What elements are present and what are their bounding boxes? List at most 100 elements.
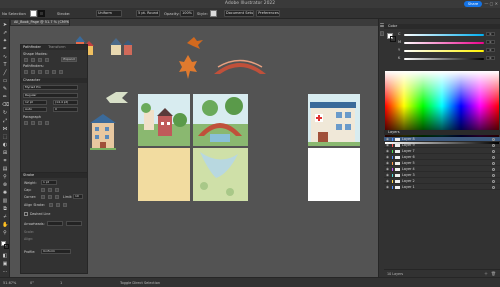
direct-selection-icon[interactable]: ⇗ [2, 30, 8, 36]
channel-value-1[interactable]: 0 [486, 40, 495, 44]
exclude-icon[interactable] [45, 58, 49, 62]
layer-name[interactable]: Layer 2 [402, 179, 415, 184]
channel-slider-1[interactable] [404, 42, 484, 44]
symbol-sprayer-icon[interactable]: ✺ [2, 190, 8, 196]
layer-row[interactable]: ◉ Layer 2 [384, 179, 500, 184]
mesh-tool-icon[interactable]: ⌗ [2, 158, 8, 164]
limit-input[interactable]: 10 [73, 194, 83, 199]
align-inside-stroke-icon[interactable] [56, 203, 60, 207]
gradient-tool-icon[interactable]: ▤ [2, 166, 8, 172]
justify-icon[interactable] [45, 121, 49, 125]
channel-value-3[interactable]: 0 [486, 56, 495, 60]
font-size-input[interactable]: 12 pt [23, 100, 47, 105]
font-family-select[interactable]: Myriad Pro [23, 85, 78, 90]
selection-tool-icon[interactable]: ➤ [2, 22, 8, 28]
leading-input[interactable]: (14.4 pt) [53, 100, 78, 105]
channel-slider-3[interactable] [404, 58, 484, 60]
building-asset-left[interactable] [90, 114, 116, 150]
shape-builder-icon[interactable]: ◐ [2, 142, 8, 148]
drawing-modes-icon[interactable]: ◧ [2, 253, 8, 259]
layer-row[interactable]: ◉ Layer 8 [384, 137, 500, 142]
dashed-checkbox[interactable] [24, 212, 28, 216]
layer-row[interactable]: ◉ Layer 6 [384, 155, 500, 160]
canvas[interactable]: Pathfinder Transform Shape Modes: Expand… [10, 26, 378, 274]
tracking-input[interactable]: 0 [53, 107, 78, 112]
intersect-icon[interactable] [38, 58, 42, 62]
free-transform-icon[interactable]: ⬚ [2, 134, 8, 140]
divide-icon[interactable] [24, 70, 28, 74]
layer-row[interactable]: ◉ Layer 7 [384, 149, 500, 154]
document-setup-button[interactable]: Document Setup [224, 10, 254, 17]
layer-row[interactable]: ◉ Layer 4 [384, 167, 500, 172]
target-circle-icon[interactable] [492, 162, 495, 165]
visibility-eye-icon[interactable]: ◉ [386, 137, 389, 142]
artboard-number[interactable]: 1 [60, 281, 62, 285]
rotation-angle[interactable]: 0° [30, 281, 34, 285]
layer-name[interactable]: Layer 8 [402, 137, 415, 142]
minus-front-icon[interactable] [31, 58, 35, 62]
stroke-swatch[interactable] [38, 10, 45, 17]
zoom-tool-icon[interactable]: ⚲ [2, 230, 8, 236]
layer-name[interactable]: Layer 9 [402, 143, 415, 148]
scale-tool-icon[interactable]: ⤢ [2, 118, 8, 124]
layer-name[interactable]: Layer 7 [402, 149, 415, 154]
delete-layer-icon[interactable]: 🗑 [491, 271, 496, 276]
slice-tool-icon[interactable]: ⌿ [2, 214, 8, 220]
blend-tool-icon[interactable]: ⊗ [2, 182, 8, 188]
zoom-level[interactable]: 51.67% [3, 281, 16, 285]
house-assets[interactable] [76, 32, 166, 62]
rectangle-tool-icon[interactable]: ▭ [2, 78, 8, 84]
trim-icon[interactable] [31, 70, 35, 74]
target-circle-icon[interactable] [492, 174, 495, 177]
leaf-small-asset[interactable] [186, 36, 204, 50]
pencil-tool-icon[interactable]: ✏ [2, 94, 8, 100]
layer-name[interactable]: Layer 5 [402, 161, 415, 166]
stroke-color-icon[interactable] [4, 244, 9, 249]
preferences-button[interactable]: Preferences [256, 10, 280, 17]
butt-cap-icon[interactable] [41, 188, 45, 192]
cloud-asset[interactable] [106, 92, 130, 104]
merge-icon[interactable] [38, 70, 42, 74]
square-cap-icon[interactable] [55, 188, 59, 192]
color-panel-header[interactable]: Color [384, 24, 500, 29]
stroke-profile-select[interactable]: Uniform [96, 10, 122, 17]
leaf-large-asset[interactable] [178, 54, 198, 80]
weight-input[interactable]: 1 pt [41, 180, 57, 185]
brush-select[interactable]: 5 pt. Round [136, 10, 160, 17]
curvature-tool-icon[interactable]: ∿ [2, 54, 8, 60]
layer-name[interactable]: Layer 4 [402, 167, 415, 172]
tab-transform[interactable]: Transform [48, 45, 65, 49]
target-circle-icon[interactable] [492, 156, 495, 159]
artboard-right[interactable] [308, 94, 360, 201]
visibility-eye-icon[interactable]: ◉ [386, 173, 389, 178]
visibility-eye-icon[interactable]: ◉ [386, 155, 389, 160]
expand-button[interactable]: Expand [61, 57, 77, 62]
minus-back-icon[interactable] [59, 70, 63, 74]
type-tool-icon[interactable]: T [2, 62, 8, 68]
layer-row[interactable]: ◉ Layer 5 [384, 161, 500, 166]
eraser-tool-icon[interactable]: ⌫ [2, 102, 9, 108]
layer-name[interactable]: Layer 6 [402, 155, 415, 160]
eyedropper-icon[interactable]: ⚲ [2, 174, 8, 180]
align-center-icon[interactable] [31, 121, 35, 125]
kerning-input[interactable]: Auto [23, 107, 47, 112]
artboard-grid[interactable] [138, 94, 248, 201]
style-swatch[interactable] [210, 10, 217, 17]
outline-icon[interactable] [52, 70, 56, 74]
hand-tool-icon[interactable]: ✋ [2, 222, 8, 228]
unite-icon[interactable] [24, 58, 28, 62]
visibility-eye-icon[interactable]: ◉ [386, 149, 389, 154]
screen-mode-icon[interactable]: ▣ [2, 261, 8, 267]
pen-tool-icon[interactable]: ✒ [2, 46, 8, 52]
artboard-tool-icon[interactable]: ⧉ [2, 206, 8, 212]
layer-name[interactable]: Layer 3 [402, 173, 415, 178]
layer-row[interactable]: ◉ Layer 9 [384, 143, 500, 148]
target-circle-icon[interactable] [492, 150, 495, 153]
visibility-eye-icon[interactable]: ◉ [386, 185, 389, 190]
crop-icon[interactable] [45, 70, 49, 74]
document-tab[interactable]: All_Book_Page @ 51.7 % (CMYK/Preview) [10, 19, 70, 26]
visibility-eye-icon[interactable]: ◉ [386, 179, 389, 184]
color-stroke-swatch[interactable] [390, 36, 396, 42]
align-outside-stroke-icon[interactable] [63, 203, 67, 207]
layer-name[interactable]: Layer 1 [402, 185, 415, 190]
